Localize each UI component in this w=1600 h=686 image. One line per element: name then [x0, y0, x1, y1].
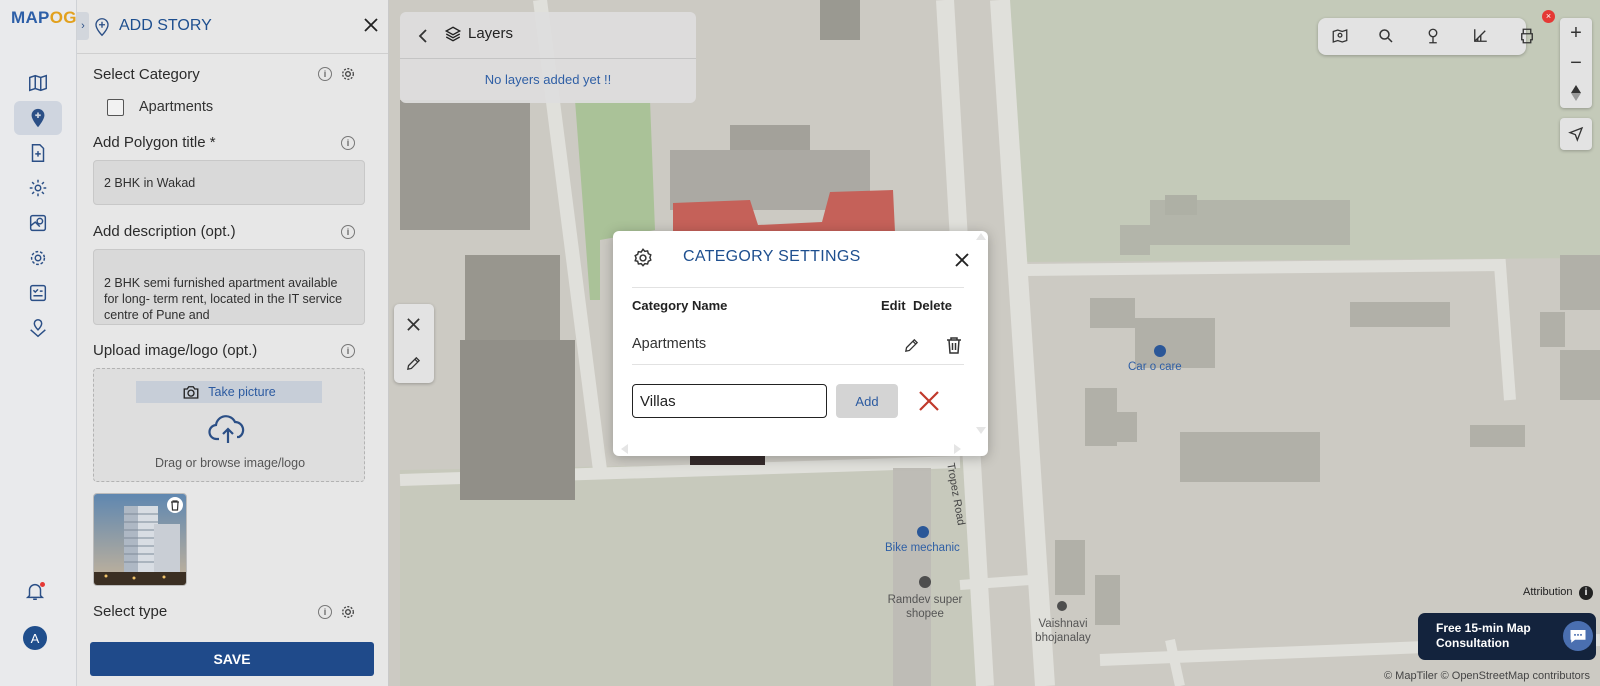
polygon-title-input[interactable]: 2 BHK in Wakad	[93, 160, 365, 205]
zoom-out-button[interactable]: −	[1560, 48, 1592, 78]
notification-bell-icon[interactable]	[24, 580, 46, 602]
add-category-button[interactable]: Add	[836, 384, 898, 418]
pin-icon[interactable]	[1424, 27, 1442, 45]
col-category-name: Category Name	[632, 298, 728, 313]
category-checkbox[interactable]	[107, 99, 124, 116]
drag-browse-text: Drag or browse image/logo	[154, 456, 306, 470]
add-location-icon	[95, 18, 109, 37]
save-button[interactable]: SAVE	[90, 642, 374, 676]
collapse-panel-chevron-icon[interactable]: ›	[77, 12, 89, 40]
close-draw-icon[interactable]	[406, 317, 421, 332]
upload-label: Upload image/logo (opt.)	[93, 342, 258, 359]
layers-title: Layers	[468, 25, 514, 42]
user-avatar[interactable]: A	[23, 626, 47, 650]
category-settings-modal: CATEGORY SETTINGS Category Name Edit Del…	[613, 231, 988, 456]
upload-dropzone[interactable]: Take picture Drag or browse image/logo	[93, 368, 365, 482]
cloud-upload-icon	[208, 415, 245, 443]
take-picture-button[interactable]: Take picture	[136, 381, 322, 403]
rail-location-pin-icon[interactable]	[14, 101, 62, 135]
type-settings-gear-icon[interactable]	[340, 604, 356, 620]
description-textarea[interactable]: 2 BHK semi furnished apartment available…	[93, 249, 365, 325]
map-toolbar	[1318, 18, 1533, 55]
back-chevron-icon[interactable]	[418, 29, 428, 43]
chat-bubble-icon[interactable]	[1563, 621, 1593, 651]
map-view-icon[interactable]	[1331, 27, 1349, 45]
layers-icon	[444, 26, 462, 42]
scroll-up-arrow-icon[interactable]	[975, 231, 987, 241]
modal-header: CATEGORY SETTINGS	[632, 231, 969, 288]
zoom-in-button[interactable]: +	[1560, 18, 1592, 48]
rail-map-layer-icon[interactable]	[14, 206, 62, 240]
select-type-info-icon[interactable]: i	[318, 605, 332, 619]
attribution-info-icon[interactable]: i	[1579, 586, 1593, 600]
poi-ramdev[interactable]: Ramdev super shopee	[882, 593, 968, 621]
select-category-label: Select Category	[93, 66, 200, 83]
delete-trash-icon[interactable]	[946, 336, 962, 354]
poi-bike-mechanic[interactable]: Bike mechanic	[885, 542, 960, 554]
panel-title: ADD STORY	[119, 17, 212, 34]
consultation-banner[interactable]: Free 15-min Map Consultation	[1418, 613, 1596, 660]
category-settings-gear-icon[interactable]	[340, 66, 356, 82]
select-category-info-icon[interactable]: i	[318, 67, 332, 81]
zoom-controls: + −	[1560, 18, 1592, 108]
edit-pencil-icon[interactable]	[903, 337, 920, 354]
upload-info-icon[interactable]: i	[341, 344, 355, 358]
scroll-right-arrow-icon[interactable]	[953, 443, 963, 455]
rail-gear-icon[interactable]	[14, 241, 62, 275]
add-story-panel: › ADD STORY Select Category i Apartments…	[77, 0, 389, 686]
search-icon[interactable]	[1377, 27, 1395, 45]
description-info-icon[interactable]: i	[341, 225, 355, 239]
panel-close-icon[interactable]	[361, 15, 381, 35]
layers-panel: Layers No layers added yet !!	[400, 12, 696, 103]
poi-car-care[interactable]: Car o care	[1128, 361, 1182, 373]
geolocate-icon[interactable]	[1560, 118, 1592, 150]
notification-dot	[40, 582, 45, 587]
category-checkbox-label: Apartments	[139, 99, 214, 115]
no-layers-text: No layers added yet !!	[484, 72, 612, 87]
print-icon[interactable]	[1518, 27, 1536, 45]
new-category-input[interactable]	[632, 384, 827, 418]
rail-map-icon[interactable]	[14, 66, 62, 100]
col-delete: Delete	[913, 298, 953, 313]
uploaded-image-thumbnail[interactable]	[93, 493, 187, 586]
category-row-name: Apartments	[632, 336, 707, 352]
layers-header: Layers	[400, 12, 696, 59]
select-type-label: Select type	[93, 603, 168, 620]
take-picture-label: Take picture	[208, 385, 276, 399]
polygon-title-label: Add Polygon title *	[93, 134, 216, 151]
draw-tools	[394, 304, 434, 383]
scroll-down-arrow-icon[interactable]	[975, 426, 987, 436]
modal-title: CATEGORY SETTINGS	[683, 248, 861, 265]
polygon-title-info-icon[interactable]: i	[341, 136, 355, 150]
pencil-icon[interactable]	[405, 355, 422, 372]
panel-header: › ADD STORY	[77, 0, 388, 54]
delete-image-icon[interactable]	[167, 497, 183, 513]
camera-icon	[183, 386, 199, 399]
category-row: Apartments	[632, 327, 964, 365]
app-logo[interactable]: MAPOG	[11, 8, 77, 28]
modal-close-icon[interactable]	[952, 250, 972, 270]
poi-vaishnavi[interactable]: Vaishnavi bhojanalay	[1020, 617, 1106, 645]
col-edit: Edit	[881, 298, 906, 313]
scroll-left-arrow-icon[interactable]	[619, 443, 629, 455]
map-credits: © MapTiler © OpenStreetMap contributors	[1384, 670, 1590, 682]
rail-settings-icon[interactable]	[14, 171, 62, 205]
description-label: Add description (opt.)	[93, 223, 236, 240]
rail-checklist-icon[interactable]	[14, 276, 62, 310]
settings-gear-icon	[634, 248, 652, 267]
rail-file-add-icon[interactable]	[14, 136, 62, 170]
left-rail: MAPOG A	[0, 0, 77, 686]
measure-icon[interactable]	[1471, 27, 1489, 45]
attribution-label[interactable]: Attribution	[1523, 586, 1573, 598]
consultation-text: Free 15-min Map Consultation	[1436, 621, 1531, 650]
compass-icon[interactable]	[1560, 78, 1592, 108]
toolbar-close-badge[interactable]: ×	[1542, 10, 1555, 23]
rail-map-marker-icon[interactable]	[14, 311, 62, 345]
cancel-add-icon[interactable]	[917, 389, 941, 413]
